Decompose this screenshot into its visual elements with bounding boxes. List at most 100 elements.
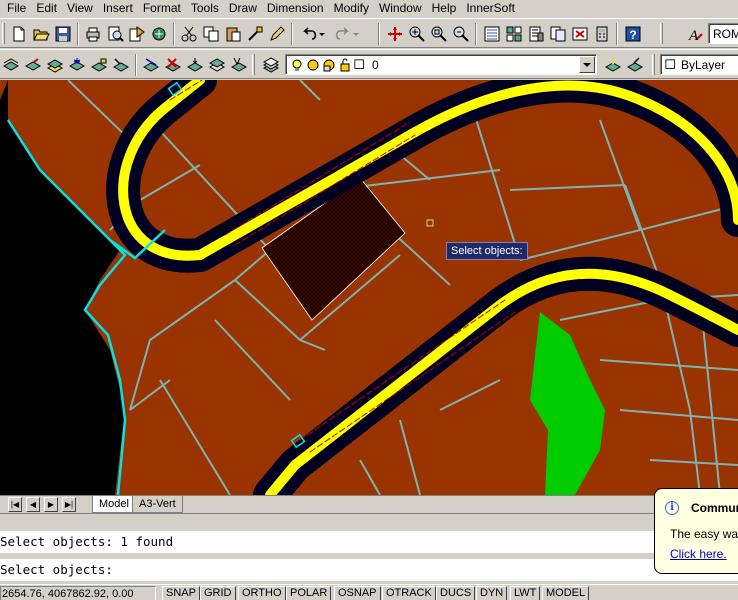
chevron-down-icon[interactable]: [579, 56, 595, 73]
toolbar-separator: [173, 23, 175, 45]
last-tab-icon[interactable]: ▶|: [62, 497, 76, 512]
redo-icon[interactable]: [330, 23, 362, 45]
layer-freeze-icon[interactable]: [66, 54, 88, 76]
menu-draw[interactable]: Draw: [224, 1, 262, 16]
menu-view[interactable]: View: [62, 1, 98, 16]
prev-tab-icon[interactable]: ◀: [26, 497, 40, 512]
layer-dropdown[interactable]: 0: [285, 54, 597, 75]
layer-delete-icon[interactable]: [162, 54, 184, 76]
layer-lock-icon[interactable]: [88, 54, 110, 76]
properties-icon[interactable]: [481, 23, 503, 45]
layer-isolate-icon[interactable]: [44, 54, 66, 76]
cut-icon[interactable]: [178, 23, 200, 45]
undo-icon[interactable]: [296, 23, 328, 45]
left-dark-area: [0, 80, 125, 495]
tab-a3-vert[interactable]: A3-Vert: [132, 496, 183, 513]
layer-walk-icon[interactable]: [140, 54, 162, 76]
layer-previous-icon[interactable]: [22, 54, 44, 76]
paste-icon[interactable]: [222, 23, 244, 45]
save-icon[interactable]: [52, 23, 74, 45]
plot-icon[interactable]: [82, 23, 104, 45]
zoom-realtime-icon[interactable]: [406, 23, 428, 45]
dyn-toggle[interactable]: DYN: [476, 586, 508, 600]
copy-icon[interactable]: [200, 23, 222, 45]
text-style-icon[interactable]: A: [684, 23, 706, 45]
text-style-dropdown[interactable]: ROM: [708, 23, 738, 44]
drawing-canvas[interactable]: Select objects:: [0, 80, 738, 495]
communication-center-balloon: i Commun The easy way Click here.: [654, 488, 738, 574]
toolbar-separator: [475, 23, 477, 45]
help-icon[interactable]: ?: [621, 23, 645, 45]
layer-unisolate-icon[interactable]: [206, 54, 228, 76]
layer-thaw-icon: [307, 59, 319, 70]
menu-bar: File Edit View Insert Format Tools Draw …: [0, 0, 738, 17]
menu-help[interactable]: Help: [427, 1, 462, 16]
layer-previous-2-icon[interactable]: [624, 54, 646, 76]
color-control-dropdown[interactable]: ByLayer: [660, 54, 738, 75]
toolbar-grip[interactable]: [660, 23, 663, 44]
model-toggle[interactable]: MODEL: [542, 586, 590, 600]
menu-format[interactable]: Format: [138, 1, 186, 16]
pickbox: [426, 219, 434, 227]
next-tab-icon[interactable]: ▶: [44, 497, 58, 512]
command-history-line: Select objects: 1 found: [0, 531, 738, 553]
toolbar-separator: [616, 23, 618, 45]
menu-innersoft[interactable]: InnerSoft: [461, 1, 520, 16]
coordinate-readout[interactable]: 2654.76, 4067862.92, 0.00: [0, 586, 156, 600]
layer-viewport-icon: [323, 59, 335, 71]
markup-icon[interactable]: [569, 23, 591, 45]
sheet-set-icon[interactable]: [547, 23, 569, 45]
toolbar-separator: [378, 23, 380, 45]
toolbar-grip[interactable]: [652, 54, 655, 75]
etransmit-icon[interactable]: [148, 23, 170, 45]
ducs-toggle[interactable]: DUCS: [436, 586, 476, 600]
layer-merge-icon[interactable]: [184, 54, 206, 76]
polar-toggle[interactable]: POLAR: [286, 586, 332, 600]
new-icon[interactable]: [8, 23, 30, 45]
zoom-previous-icon[interactable]: [450, 23, 472, 45]
pan-icon[interactable]: [384, 23, 406, 45]
menu-window[interactable]: Window: [374, 1, 427, 16]
color-value: ByLayer: [681, 57, 726, 72]
open-icon[interactable]: [30, 23, 52, 45]
toolbar-separator: [291, 23, 293, 45]
first-tab-icon[interactable]: |◀: [8, 497, 22, 512]
osnap-toggle[interactable]: OSNAP: [334, 586, 381, 600]
toolbar-grip[interactable]: [252, 54, 255, 75]
menu-insert[interactable]: Insert: [98, 1, 138, 16]
menu-dimension[interactable]: Dimension: [262, 1, 329, 16]
lwt-toggle[interactable]: LWT: [510, 586, 541, 600]
menu-file[interactable]: File: [2, 1, 31, 16]
toolbar-separator: [135, 54, 137, 76]
layer-on-icon: [292, 59, 302, 71]
tab-model[interactable]: Model: [92, 496, 136, 513]
zoom-window-icon[interactable]: [428, 23, 450, 45]
toolbar-grip[interactable]: [2, 23, 5, 44]
layer-color-swatch: [354, 58, 364, 69]
grid-toggle[interactable]: GRID: [200, 586, 236, 600]
snap-toggle[interactable]: SNAP: [162, 586, 200, 600]
layer-manager-icon[interactable]: [260, 54, 282, 76]
layout-tabs: |◀ ◀ ▶ ▶| Model A3-Vert: [0, 495, 738, 513]
menu-tools[interactable]: Tools: [186, 1, 224, 16]
design-center-icon[interactable]: [503, 23, 525, 45]
tool-palettes-icon[interactable]: [525, 23, 547, 45]
layer-copy-icon[interactable]: [228, 54, 250, 76]
block-editor-icon[interactable]: [266, 23, 288, 45]
plot-preview-icon[interactable]: [104, 23, 126, 45]
click-here-link[interactable]: Click here.: [670, 547, 727, 561]
menu-modify[interactable]: Modify: [329, 1, 374, 16]
command-prompt-input[interactable]: Select objects:: [0, 559, 738, 581]
toolbar-separator: [77, 23, 79, 45]
menu-edit[interactable]: Edit: [31, 1, 62, 16]
layer-states-icon[interactable]: [0, 54, 22, 76]
match-properties-icon[interactable]: [244, 23, 266, 45]
layer-match-icon[interactable]: [110, 54, 132, 76]
otrack-toggle[interactable]: OTRACK: [382, 586, 436, 600]
layers-toolbar: 0 ByLayer: [0, 49, 738, 79]
make-current-icon[interactable]: [602, 54, 624, 76]
ortho-toggle[interactable]: ORTHO: [238, 586, 286, 600]
standard-toolbar: ? A ROM: [0, 18, 738, 48]
calculator-icon[interactable]: [591, 23, 613, 45]
publish-icon[interactable]: [126, 23, 148, 45]
